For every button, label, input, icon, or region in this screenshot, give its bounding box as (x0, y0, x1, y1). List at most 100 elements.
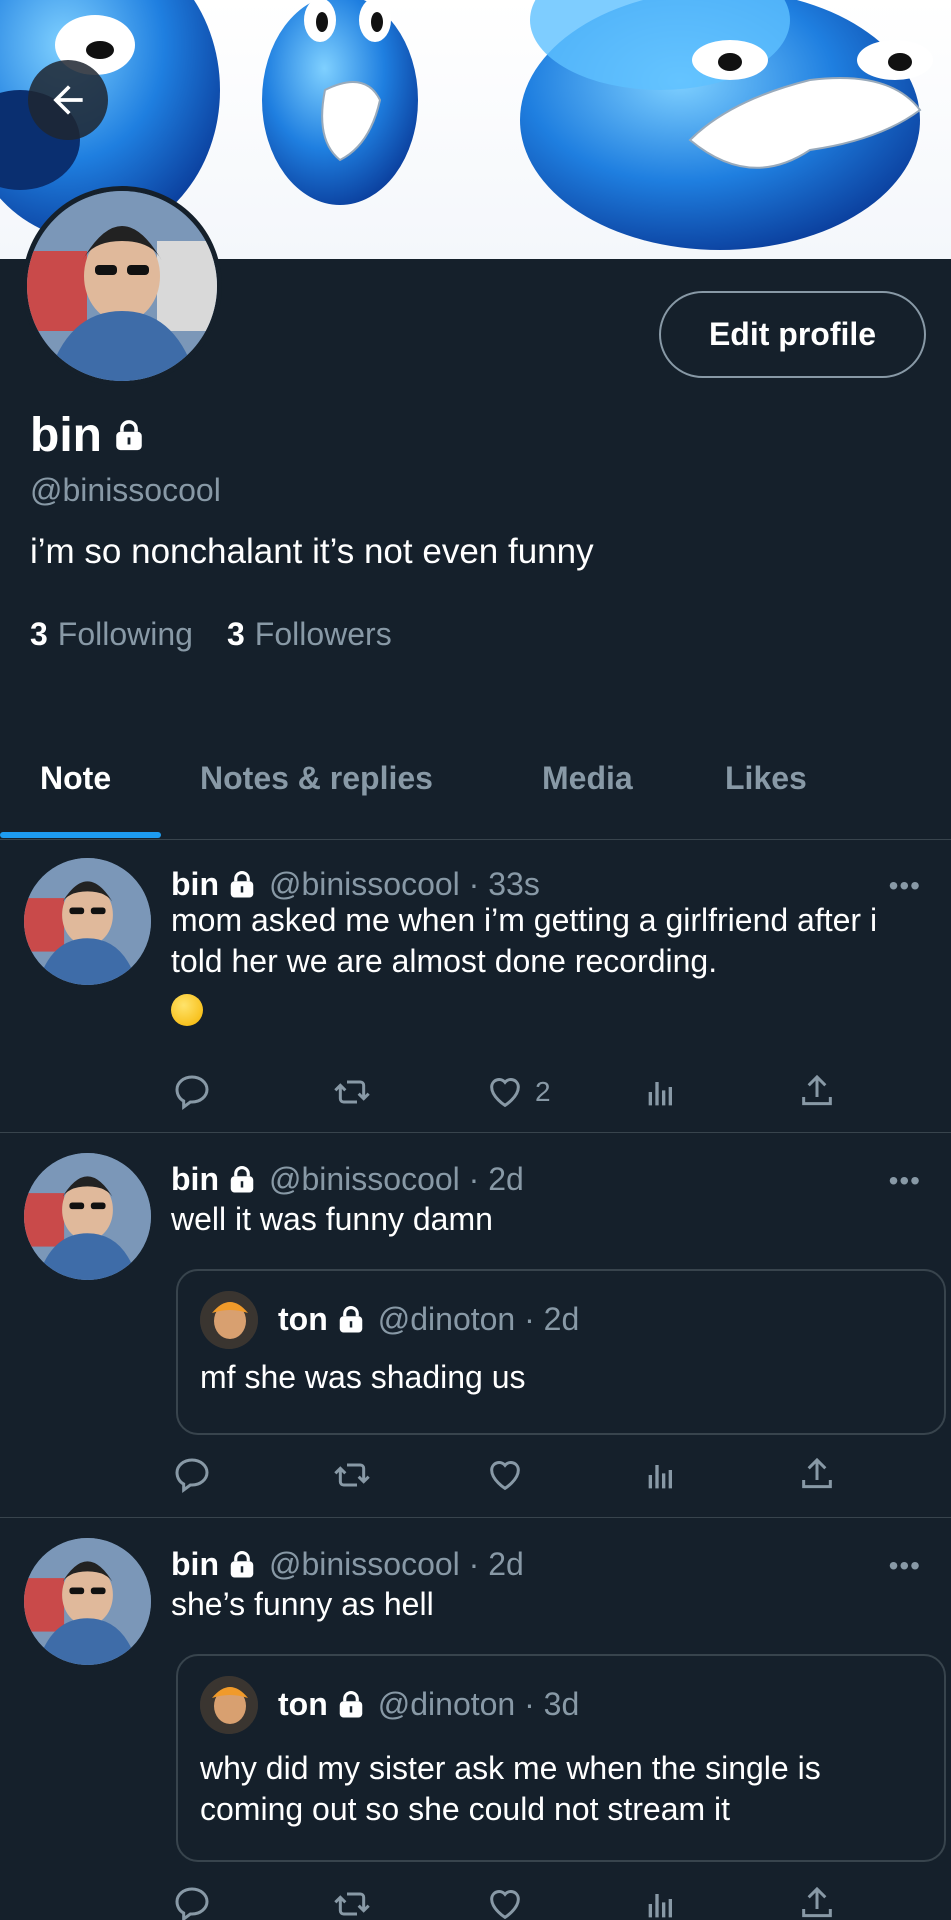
edit-profile-button[interactable]: Edit profile (659, 291, 926, 378)
analytics-button[interactable] (642, 1455, 682, 1495)
share-button[interactable] (797, 1072, 837, 1112)
followers-link[interactable]: 3 Followers (227, 616, 392, 653)
author-meta: @binissocool · 33s (268, 866, 540, 902)
quoted-post-header: ton @dinoton · 2d (278, 1301, 579, 1338)
lock-icon (339, 1690, 362, 1717)
post-text: she’s funny as hell (171, 1586, 434, 1622)
tab-media[interactable]: Media (542, 760, 633, 797)
post-actions (0, 1455, 951, 1505)
like-button[interactable] (485, 1455, 525, 1495)
post-item[interactable]: bin @binissocool · 2d ••• she’s funny as… (0, 1518, 951, 1920)
quoted-post-text: why did my sister ask me when the single… (200, 1750, 821, 1827)
active-tab-indicator (0, 832, 161, 838)
reply-button[interactable] (172, 1072, 212, 1112)
avatar-image (200, 1676, 258, 1734)
more-icon[interactable]: ••• (889, 870, 921, 902)
avatar-image (24, 858, 151, 985)
lock-icon (339, 1305, 362, 1332)
profile-name-row: bin (30, 408, 146, 463)
quoted-post[interactable]: ton @dinoton · 2d mf she was shading us (176, 1269, 946, 1435)
author-name: ton (278, 1301, 328, 1337)
profile-tabs: Note Notes & replies Media Likes (0, 740, 951, 840)
tab-notes-replies[interactable]: Notes & replies (200, 760, 433, 797)
avatar (200, 1676, 258, 1734)
post-text: mom asked me when i’m getting a girlfrie… (171, 900, 911, 1036)
share-button[interactable] (797, 1455, 837, 1495)
share-icon (802, 1074, 832, 1106)
author-meta: @binissocool · 2d (268, 1161, 524, 1197)
profile-bio: i’m so nonchalant it’s not even funny (30, 532, 594, 571)
lock-icon (230, 1165, 254, 1192)
follow-stats: 3 Following 3 Followers (30, 616, 392, 653)
quoted-post[interactable]: ton @dinoton · 3d why did my sister ask … (176, 1654, 946, 1862)
post-text-content: mom asked me when i’m getting a girlfrie… (171, 902, 878, 979)
author-name: bin (171, 1161, 219, 1197)
like-count: 2 (535, 1076, 551, 1107)
avatar[interactable] (24, 1153, 151, 1280)
post-header: bin @binissocool · 2d (171, 1546, 524, 1583)
heart-icon (490, 1078, 520, 1108)
author-name: bin (171, 866, 219, 902)
analytics-button[interactable] (642, 1072, 682, 1112)
author-meta: @dinoton · 2d (377, 1301, 580, 1337)
followers-label: Followers (254, 616, 392, 652)
back-button[interactable] (28, 60, 108, 140)
reply-button[interactable] (172, 1455, 212, 1495)
author-meta: @dinoton · 3d (377, 1686, 580, 1722)
retweet-icon (334, 1892, 370, 1916)
retweet-icon (334, 1080, 370, 1104)
heart-icon (490, 1461, 520, 1491)
following-count: 3 (30, 616, 48, 652)
analytics-button[interactable] (642, 1884, 682, 1920)
lock-icon (116, 419, 142, 450)
profile-avatar[interactable] (22, 186, 222, 386)
retweet-button[interactable] (330, 1884, 374, 1920)
reply-button[interactable] (172, 1884, 212, 1920)
raised-eyebrow-emoji (171, 994, 203, 1026)
tab-note[interactable]: Note (40, 760, 111, 797)
like-button[interactable] (485, 1884, 525, 1920)
author-name: bin (171, 1546, 219, 1582)
post-actions: 2 (0, 1072, 951, 1122)
post-item[interactable]: bin @binissocool · 33s ••• mom asked me … (0, 840, 951, 1132)
post-header: bin @binissocool · 33s (171, 866, 540, 903)
avatar (200, 1291, 258, 1349)
avatar-image (24, 1538, 151, 1665)
analytics-icon (648, 1082, 672, 1106)
tab-likes[interactable]: Likes (725, 760, 807, 797)
profile-handle: @binissocool (30, 472, 221, 508)
avatar-image (24, 1153, 151, 1280)
retweet-button[interactable] (330, 1072, 374, 1112)
analytics-icon (648, 1894, 672, 1918)
post-header: bin @binissocool · 2d (171, 1161, 524, 1198)
analytics-icon (648, 1465, 672, 1489)
retweet-button[interactable] (330, 1455, 374, 1495)
author-meta: @binissocool · 2d (268, 1546, 524, 1582)
reply-icon (175, 1887, 209, 1920)
followers-count: 3 (226, 616, 245, 652)
lock-icon (230, 1550, 254, 1577)
avatar[interactable] (24, 858, 151, 985)
like-button[interactable]: 2 (485, 1072, 551, 1112)
more-icon[interactable]: ••• (889, 1165, 921, 1197)
more-icon[interactable]: ••• (889, 1550, 921, 1582)
quoted-post-header: ton @dinoton · 3d (278, 1686, 579, 1723)
share-icon (802, 1457, 832, 1489)
avatar-image (27, 191, 217, 381)
avatar[interactable] (24, 1538, 151, 1665)
quoted-post-text: mf she was shading us (200, 1359, 526, 1395)
post-item[interactable]: bin @binissocool · 2d ••• well it was fu… (0, 1133, 951, 1517)
post-actions (0, 1884, 951, 1920)
post-text: well it was funny damn (171, 1201, 493, 1237)
retweet-icon (334, 1463, 370, 1487)
share-button[interactable] (797, 1884, 837, 1920)
following-link[interactable]: 3 Following (30, 616, 193, 653)
share-icon (802, 1886, 832, 1918)
following-label: Following (57, 616, 193, 652)
author-name: ton (278, 1686, 328, 1722)
profile-name: bin (30, 409, 102, 462)
reply-icon (175, 1458, 209, 1493)
avatar-image (200, 1291, 258, 1349)
reply-icon (175, 1075, 209, 1110)
lock-icon (230, 870, 254, 897)
